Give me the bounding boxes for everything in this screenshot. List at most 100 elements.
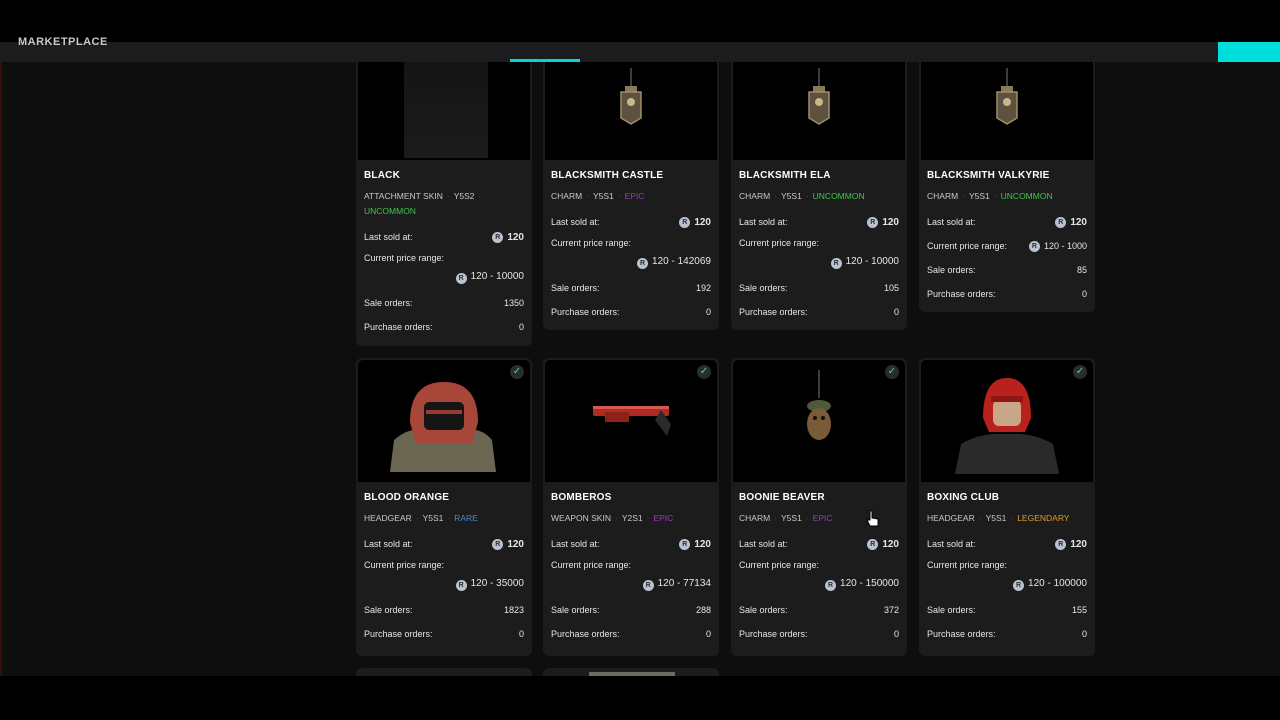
sale-orders-value: 1350 — [503, 298, 524, 308]
last-sold-value: 120 — [694, 538, 711, 550]
last-sold-value: 120 — [882, 216, 899, 228]
item-rarity: RARE — [454, 513, 478, 523]
marketplace-grid: BLACK ATTACHMENT SKIN · Y5S2 · UNCOMMON Las… — [0, 62, 1280, 676]
attachment-skin-image — [404, 62, 488, 158]
credits-coin-icon: R — [830, 258, 842, 269]
credits-coin-icon: R — [492, 231, 504, 243]
purchase-orders-label: Purchase orders: — [364, 629, 433, 639]
item-thumbnail: ✓ — [733, 360, 905, 482]
item-rarity: LEGENDARY — [1017, 513, 1070, 523]
price-range-label: Current price range: — [927, 560, 1008, 570]
item-thumbnail — [733, 62, 905, 160]
price-range-label: Current price range: — [551, 560, 632, 570]
logo-text[interactable]: MARKETPLACE — [18, 36, 108, 48]
check-icon: ✓ — [510, 365, 524, 379]
last-sold-label: Last sold at: — [927, 539, 976, 549]
price-range-label: Current price range: — [739, 238, 820, 248]
item-card[interactable]: BLACKSMITH ELA CHARM · Y5S1 · UNCOMMON Last … — [731, 62, 907, 330]
item-card[interactable]: ✓ BLOOD ORANGE HEADGEAR · Y5S1 · RARE Last s… — [356, 358, 532, 656]
purchase-orders-value: 0 — [518, 629, 524, 639]
price-range-value: 120 - 10000 — [470, 271, 524, 282]
charm-pendant-image — [620, 68, 642, 125]
last-sold-label: Last sold at: — [551, 217, 600, 227]
item-title: BLACKSMITH VALKYRIE — [927, 170, 1050, 181]
sale-orders-label: Sale orders: — [551, 283, 600, 293]
item-type: ATTACHMENT SKIN — [364, 191, 443, 201]
bottom-black-bar — [0, 676, 1280, 720]
item-rarity: EPIC — [624, 191, 645, 201]
sale-orders-label: Sale orders: — [364, 605, 413, 615]
item-season: Y5S1 — [969, 191, 990, 201]
item-thumbnail: ✓ — [545, 360, 717, 482]
charm-beaver-image — [807, 370, 831, 440]
item-season: Y5S1 — [593, 191, 614, 201]
item-rarity: UNCOMMON — [1000, 191, 1053, 201]
purchase-orders-label: Purchase orders: — [927, 289, 996, 299]
item-thumbnail: ✓ — [358, 360, 530, 482]
purchase-orders-label: Purchase orders: — [551, 307, 620, 317]
purchase-orders-label: Purchase orders: — [551, 629, 620, 639]
credits-coin-icon: R — [455, 580, 467, 591]
sale-orders-label: Sale orders: — [551, 605, 600, 615]
price-range-value: 120 - 100000 — [1028, 578, 1087, 589]
item-type: CHARM — [739, 191, 771, 201]
item-title: BOXING CLUB — [927, 492, 1000, 503]
credits-coin-icon: R — [867, 216, 879, 228]
sale-orders-value: 85 — [1076, 265, 1087, 275]
purchase-orders-label: Purchase orders: — [739, 629, 808, 639]
item-card-partial[interactable] — [543, 668, 719, 676]
item-season: Y2S1 — [621, 513, 643, 523]
item-card[interactable]: BLACKSMITH VALKYRIE CHARM · Y5S1 · UNCOMMON … — [919, 62, 1095, 312]
item-rarity: UNCOMMON — [364, 206, 416, 216]
check-icon: ✓ — [697, 365, 711, 379]
last-sold-value: 120 — [1070, 538, 1087, 550]
price-range-value: 120 - 142069 — [652, 256, 711, 267]
item-rarity: UNCOMMON — [812, 191, 865, 201]
item-tags: CHARM · Y5S1 · UNCOMMON — [927, 191, 1053, 201]
sale-orders-value: 155 — [1071, 605, 1087, 615]
item-tags: HEADGEAR · Y5S1 · LEGENDARY — [927, 513, 1070, 523]
top-black-bar — [0, 0, 1280, 42]
item-tags: CHARM · Y5S1 · UNCOMMON — [739, 191, 865, 201]
item-type: HEADGEAR — [927, 513, 975, 523]
item-type: CHARM — [739, 513, 771, 523]
item-rarity: EPIC — [812, 513, 833, 523]
credits-coin-icon: R — [1028, 240, 1040, 252]
item-season: Y5S1 — [422, 513, 444, 523]
item-season: Y5S2 — [453, 191, 475, 201]
credits-coin-icon: R — [867, 538, 879, 550]
credits-coin-icon: R — [825, 580, 837, 591]
price-range-label: Current price range: — [364, 560, 445, 570]
charm-pendant-image — [808, 68, 830, 125]
headgear-operator-image — [390, 382, 496, 472]
item-card[interactable]: BLACK ATTACHMENT SKIN · Y5S2 · UNCOMMON Las… — [356, 62, 532, 346]
item-type: WEAPON SKIN — [551, 513, 611, 523]
nav-accent-button[interactable] — [1218, 42, 1280, 62]
credits-coin-icon: R — [642, 580, 654, 591]
last-sold-label: Last sold at: — [364, 232, 413, 242]
item-season: Y5S1 — [781, 191, 802, 201]
item-title: BLOOD ORANGE — [364, 492, 450, 503]
item-tags: HEADGEAR · Y5S1 · RARE — [364, 513, 478, 523]
purchase-orders-value: 0 — [893, 629, 899, 639]
last-sold-value: 120 — [882, 538, 899, 550]
item-card[interactable]: ✓ BOXING CLUB HEADGEAR · Y5S1 · LEGENDARY La… — [919, 358, 1095, 656]
check-icon: ✓ — [885, 365, 899, 379]
item-title: BOONIE BEAVER — [739, 492, 825, 503]
price-range-value: 120 - 1000 — [1043, 241, 1087, 251]
item-title: BLACKSMITH ELA — [739, 170, 831, 181]
sale-orders-label: Sale orders: — [364, 298, 413, 308]
last-sold-value: 120 — [694, 216, 711, 228]
weapon-skin-image — [593, 406, 671, 436]
item-thumbnail — [358, 62, 530, 160]
credits-coin-icon: R — [455, 273, 467, 284]
item-card[interactable]: ✓ BOONIE BEAVER CHARM · Y5S1 · EPIC Last sol… — [731, 358, 907, 656]
credits-coin-icon: R — [492, 538, 504, 550]
credits-coin-icon: R — [679, 538, 691, 550]
item-thumbnail — [921, 62, 1093, 160]
sale-orders-value: 372 — [883, 605, 899, 615]
last-sold-value: 120 — [507, 538, 524, 550]
item-card-partial[interactable] — [356, 668, 532, 676]
item-card[interactable]: BLACKSMITH CASTLE CHARM · Y5S1 · EPIC Last s… — [543, 62, 719, 330]
item-card[interactable]: ✓ BOMBEROS WEAPON SKIN · Y2S1 · EPIC Last so… — [543, 358, 719, 656]
